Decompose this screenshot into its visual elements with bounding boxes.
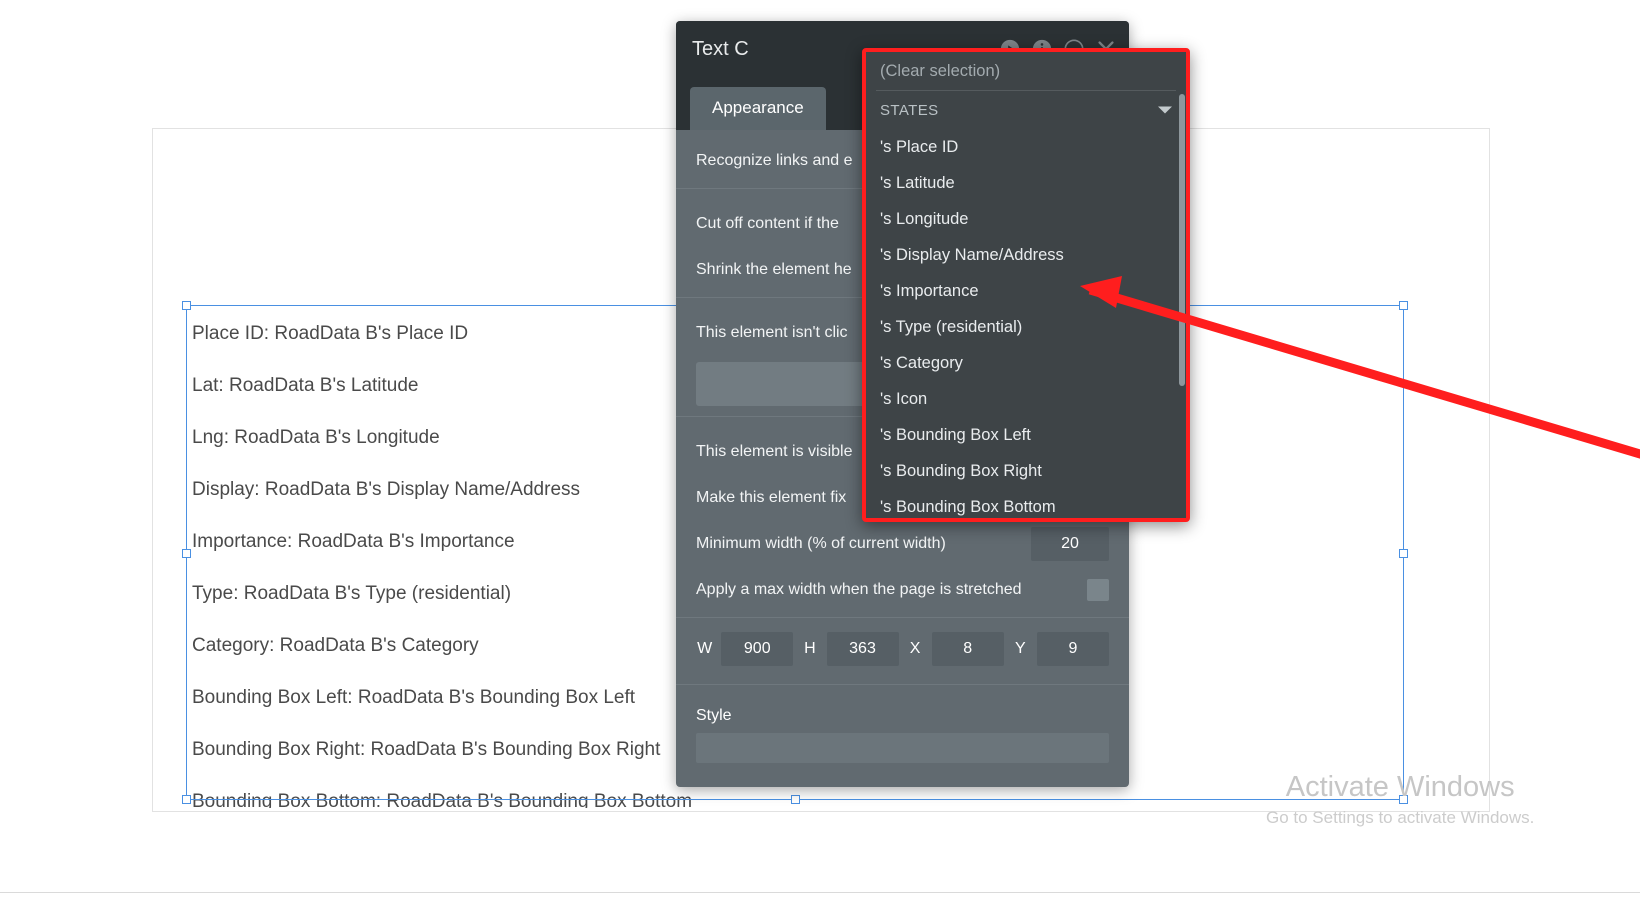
divider — [676, 684, 1129, 685]
not-clickable-label: This element isn't clic — [696, 324, 848, 341]
dropdown-option[interactable]: 's Bounding Box Right — [866, 453, 1186, 489]
visible-label: This element is visible — [696, 443, 853, 460]
max-width-label: Apply a max width when the page is stret… — [696, 581, 1022, 598]
states-dropdown-menu[interactable]: (Clear selection) STATES 's Place ID 's … — [862, 48, 1190, 522]
dropdown-option[interactable]: 's Display Name/Address — [866, 237, 1186, 273]
resize-handle-top-left[interactable] — [182, 301, 191, 310]
browser-status-bar — [0, 892, 1640, 924]
width-label: W — [697, 640, 713, 657]
fixed-label: Make this element fix — [696, 489, 847, 506]
style-section-label: Style — [696, 707, 732, 724]
dropdown-option[interactable]: 's Place ID — [866, 129, 1186, 165]
dropdown-option[interactable]: 's Longitude — [866, 201, 1186, 237]
dropdown-option[interactable]: 's Category — [866, 345, 1186, 381]
dropdown-option[interactable]: 's Bounding Box Bottom — [866, 489, 1186, 518]
shrink-label: Shrink the element he — [696, 261, 852, 278]
dropdown-option[interactable]: 's Latitude — [866, 165, 1186, 201]
max-width-checkbox[interactable] — [1087, 579, 1109, 601]
row-max-width[interactable]: Apply a max width when the page is stret… — [676, 567, 1129, 613]
recognize-links-label: Recognize links and e — [696, 152, 853, 169]
resize-handle-middle-left[interactable] — [182, 549, 191, 558]
y-input[interactable]: 9 — [1037, 632, 1109, 666]
resize-handle-middle-right[interactable] — [1399, 549, 1408, 558]
dropdown-option[interactable]: 's Icon — [866, 381, 1186, 417]
min-width-input[interactable]: 20 — [1031, 527, 1109, 561]
dropdown-option[interactable]: 's Bounding Box Left — [866, 417, 1186, 453]
height-label: H — [804, 640, 816, 657]
width-input[interactable]: 900 — [721, 632, 794, 666]
resize-handle-bottom-left[interactable] — [182, 795, 191, 804]
cut-off-label: Cut off content if the — [696, 215, 839, 232]
x-input[interactable]: 8 — [931, 632, 1004, 666]
dropdown-group-label: STATES — [880, 101, 939, 119]
x-label: X — [909, 640, 921, 657]
tab-appearance[interactable]: Appearance — [690, 87, 826, 130]
panel-title-label: Text C — [692, 37, 749, 60]
divider — [676, 617, 1129, 618]
style-dropdown[interactable] — [696, 733, 1109, 763]
resize-handle-bottom-right[interactable] — [1399, 795, 1408, 804]
resize-handle-top-right[interactable] — [1399, 301, 1408, 310]
dropdown-clear-selection[interactable]: (Clear selection) — [866, 52, 1186, 90]
row-minimum-width[interactable]: Minimum width (% of current width) 20 — [676, 521, 1129, 567]
resize-handle-bottom-middle[interactable] — [791, 795, 800, 804]
geometry-row[interactable]: W 900 H 363 X 8 Y 9 — [676, 622, 1129, 680]
height-input[interactable]: 363 — [826, 632, 899, 666]
y-label: Y — [1015, 640, 1026, 657]
dropdown-option[interactable]: 's Type (residential) — [866, 309, 1186, 345]
min-width-label: Minimum width (% of current width) — [696, 535, 946, 552]
dropdown-scrollbar[interactable] — [1179, 94, 1185, 386]
dropdown-group-states[interactable]: STATES — [866, 91, 1186, 129]
dropdown-option[interactable]: 's Importance — [866, 273, 1186, 309]
chevron-down-icon[interactable] — [1158, 106, 1172, 114]
